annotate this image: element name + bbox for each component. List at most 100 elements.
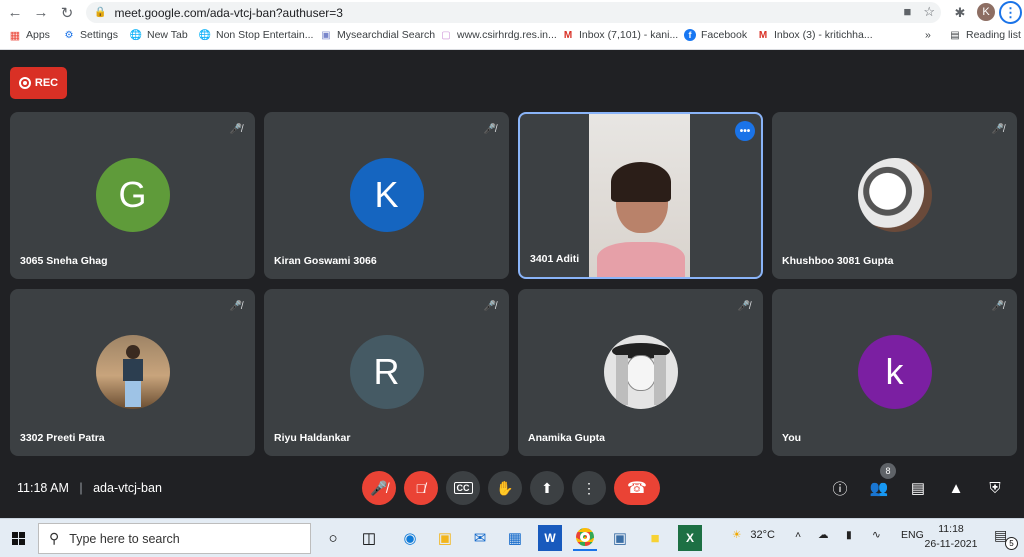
camera-toggle-button[interactable]: □̸ xyxy=(404,471,438,505)
muted-mic-icon: 🎤̸ xyxy=(991,300,1005,312)
camera-off-icon: □̸ xyxy=(416,480,426,496)
bookmark-facebook[interactable]: f Facebook xyxy=(684,29,747,41)
participant-tile[interactable]: 🎤̸ Anamika Gupta xyxy=(518,289,763,456)
participant-tile[interactable]: 🎤̸ k You xyxy=(772,289,1017,456)
bookmarks-overflow-button[interactable]: » xyxy=(925,29,931,41)
host-controls-icon[interactable]: ⛨ xyxy=(983,476,1007,500)
globe-icon: 🌐 xyxy=(198,29,212,41)
clock-date: 26-11-2021 xyxy=(924,538,978,550)
photos-icon[interactable]: ▣ xyxy=(608,525,632,551)
address-bar[interactable]: 🔒 meet.google.com/ada-vtcj-ban?authuser=… xyxy=(86,2,941,23)
excel-icon[interactable]: X xyxy=(678,525,702,551)
gear-icon: ⚙ xyxy=(64,29,74,41)
captions-button[interactable]: CC xyxy=(446,471,480,505)
participant-tile[interactable]: 🎤̸ R Riyu Haldankar xyxy=(264,289,509,456)
task-view-icon[interactable]: ◫ xyxy=(357,525,381,551)
present-button[interactable]: ⬆ xyxy=(530,471,564,505)
activities-icon[interactable]: ▲ xyxy=(944,476,968,500)
captions-icon: CC xyxy=(453,482,473,494)
participant-name: 3065 Sneha Ghag xyxy=(20,255,108,267)
participant-name: 3302 Preeti Patra xyxy=(20,432,105,444)
globe-icon: 🌐 xyxy=(129,29,143,41)
bookmark-inbox-kriti[interactable]: M Inbox (3) - kritichha... xyxy=(757,29,873,41)
camera-in-use-icon[interactable]: ■ xyxy=(903,4,911,20)
weather-icon: ☀ xyxy=(732,529,742,541)
participant-name: You xyxy=(782,432,802,444)
taskbar-clock[interactable]: 11:18 26-11-2021 xyxy=(920,522,982,552)
mic-off-icon: 🎤̸ xyxy=(370,479,388,496)
bookmark-csir[interactable]: ▢ www.csirhrdg.res.in... xyxy=(440,29,557,41)
sticky-notes-icon[interactable]: ■ xyxy=(643,525,667,551)
mic-toggle-button[interactable]: 🎤̸ xyxy=(362,471,396,505)
reload-icon[interactable]: ↻ xyxy=(54,0,80,25)
weather-temp: 32°C xyxy=(750,529,775,541)
extensions-icon[interactable]: ✱ xyxy=(949,2,971,23)
word-icon[interactable]: W xyxy=(538,525,562,551)
raise-hand-button[interactable]: ✋ xyxy=(488,471,522,505)
muted-mic-icon: 🎤̸ xyxy=(991,123,1005,135)
participant-tile[interactable]: 🎤̸ G 3065 Sneha Ghag xyxy=(10,112,255,279)
avatar: R xyxy=(349,335,424,409)
meeting-details-icon[interactable]: ⓘ xyxy=(828,476,852,500)
weather-widget[interactable]: ☀ 32°C xyxy=(732,529,775,541)
vertical-dots-icon: ⋮ xyxy=(582,479,596,496)
avatar: K xyxy=(349,158,424,232)
more-options-icon[interactable]: ••• xyxy=(735,121,755,141)
bookmark-inbox-kani[interactable]: M Inbox (7,101) - kani... xyxy=(562,29,678,41)
participant-name: Khushboo 3081 Gupta xyxy=(782,255,894,267)
meet-stage: REC 🎤̸ G 3065 Sneha Ghag 🎤̸ K Kiran Gosw… xyxy=(0,50,1024,518)
avatar: k xyxy=(857,335,932,409)
forward-icon[interactable]: → xyxy=(28,0,54,25)
chrome-menu-icon[interactable]: ⋮ xyxy=(999,1,1022,24)
store-icon[interactable]: ▦ xyxy=(503,525,527,551)
app-window: ← → ↻ 🔒 meet.google.com/ada-vtcj-ban?aut… xyxy=(0,0,1024,557)
bookmark-new-tab[interactable]: 🌐 New Tab xyxy=(130,29,188,41)
network-icon[interactable]: ∿ xyxy=(872,529,881,541)
search-icon: ⚲ xyxy=(49,530,60,546)
participant-video xyxy=(589,114,690,277)
bookmark-apps[interactable]: ▦ Apps xyxy=(9,29,50,42)
back-icon[interactable]: ← xyxy=(2,0,28,25)
leave-call-button[interactable]: ☎ xyxy=(614,471,660,505)
bookmark-mysearchdial[interactable]: ▣ Mysearchdial Search xyxy=(320,29,435,41)
profile-avatar[interactable]: K xyxy=(977,3,995,21)
facebook-icon: f xyxy=(684,29,696,41)
onedrive-icon[interactable]: ☁ xyxy=(818,529,829,541)
bookmarks-bar: ▦ Apps ⚙ Settings 🌐 New Tab 🌐 Non Stop Enter… xyxy=(0,25,1024,50)
edge-icon[interactable]: ◉ xyxy=(398,525,422,551)
search-placeholder: Type here to search xyxy=(69,531,180,546)
participant-tile-active[interactable]: ••• 3401 Aditi xyxy=(518,112,763,279)
gmail-icon: M xyxy=(563,29,573,41)
windows-start-icon[interactable] xyxy=(0,519,36,557)
bookmark-settings[interactable]: ⚙ Settings xyxy=(63,29,118,41)
cortana-icon[interactable]: ○ xyxy=(321,525,345,551)
reading-list-button[interactable]: ▤ Reading list xyxy=(949,29,1021,41)
usb-icon[interactable]: ▮ xyxy=(846,529,852,541)
participant-name: 3401 Aditi xyxy=(530,253,580,265)
participant-tile[interactable]: 🎤̸ Khushboo 3081 Gupta xyxy=(772,112,1017,279)
browser-toolbar: ← → ↻ 🔒 meet.google.com/ada-vtcj-ban?aut… xyxy=(0,0,1024,25)
present-screen-icon: ⬆ xyxy=(541,479,553,496)
bookmark-non-stop[interactable]: 🌐 Non Stop Entertain... xyxy=(198,29,314,41)
mail-icon[interactable]: ✉ xyxy=(468,525,492,551)
clock-time: 11:18 xyxy=(938,523,964,535)
page-icon: ▢ xyxy=(441,29,451,41)
show-hidden-icons[interactable]: ˄ xyxy=(795,529,801,541)
file-explorer-icon[interactable]: ▣ xyxy=(433,525,457,551)
participant-tile[interactable]: 🎤̸ K Kiran Goswami 3066 xyxy=(264,112,509,279)
participant-tile[interactable]: 🎤̸ 3302 Preeti Patra xyxy=(10,289,255,456)
chrome-icon[interactable] xyxy=(573,525,597,551)
chat-icon[interactable]: ▤ xyxy=(906,476,930,500)
more-options-button[interactable]: ⋮ xyxy=(572,471,606,505)
avatar: G xyxy=(95,158,170,232)
profile-photo xyxy=(95,335,170,409)
reading-list-icon: ▤ xyxy=(950,29,960,41)
meeting-time: 11:18 AM xyxy=(17,481,69,495)
participant-name: Kiran Goswami 3066 xyxy=(274,255,377,267)
people-icon[interactable]: 👥 xyxy=(867,476,891,500)
meeting-controls-bar: 11:18 AM | ada-vtcj-ban 🎤̸ □̸ CC ✋ ⬆ ⋮ ☎… xyxy=(0,463,1024,518)
windows-taskbar: ⚲ Type here to search ○ ◫ ◉ ▣ ✉ ▦ W ▣ ■ … xyxy=(0,518,1024,557)
hand-icon: ✋ xyxy=(496,479,514,496)
bookmark-star-icon[interactable]: ☆ xyxy=(923,4,935,20)
taskbar-search-box[interactable]: ⚲ Type here to search xyxy=(38,523,311,554)
